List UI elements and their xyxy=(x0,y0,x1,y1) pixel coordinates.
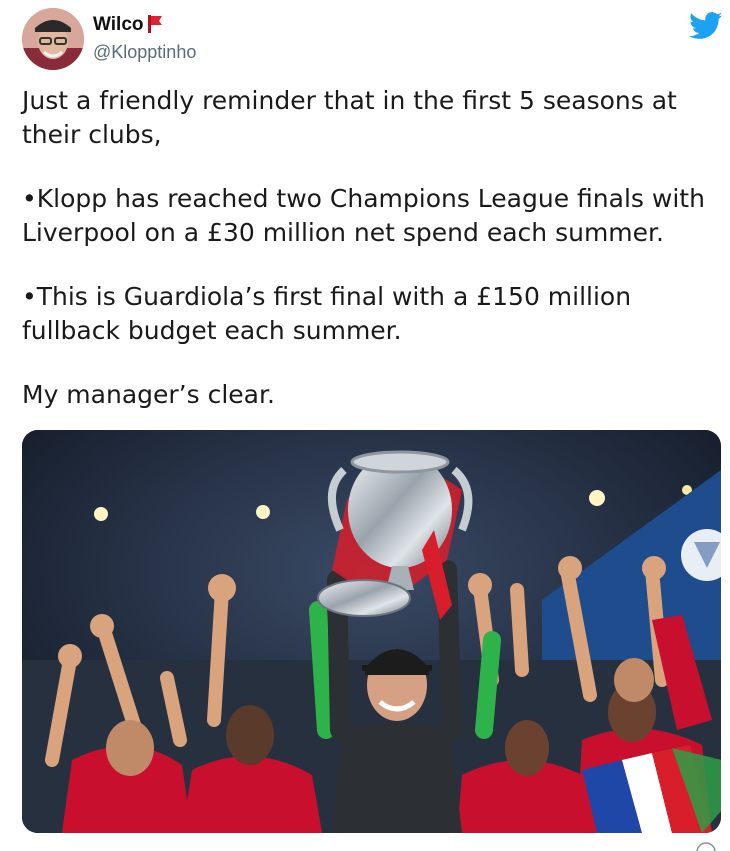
avatar-photo-icon xyxy=(22,8,84,70)
info-icon[interactable] xyxy=(696,840,716,851)
tweet-text: Just a friendly reminder that in the fir… xyxy=(22,84,712,412)
tweet-paragraph: Just a friendly reminder that in the fir… xyxy=(22,86,677,149)
tweet-paragraph: My manager’s clear. xyxy=(22,380,275,409)
user-handle[interactable]: @Klopptinho xyxy=(93,42,196,63)
tweet-media-photo[interactable] xyxy=(22,430,721,833)
tweet-card: Wilco @Klopptinho Just a friendly remind… xyxy=(0,0,730,851)
avatar[interactable] xyxy=(22,8,84,70)
red-flag-emoji-icon xyxy=(148,15,162,33)
trophy-celebration-image xyxy=(22,430,721,833)
tweet-paragraph: •Klopp has reached two Champions League … xyxy=(22,184,705,247)
twitter-bird-icon[interactable] xyxy=(689,12,723,40)
tweet-paragraph: •This is Guardiola’s first final with a … xyxy=(22,282,632,345)
display-name[interactable]: Wilco xyxy=(93,14,144,36)
